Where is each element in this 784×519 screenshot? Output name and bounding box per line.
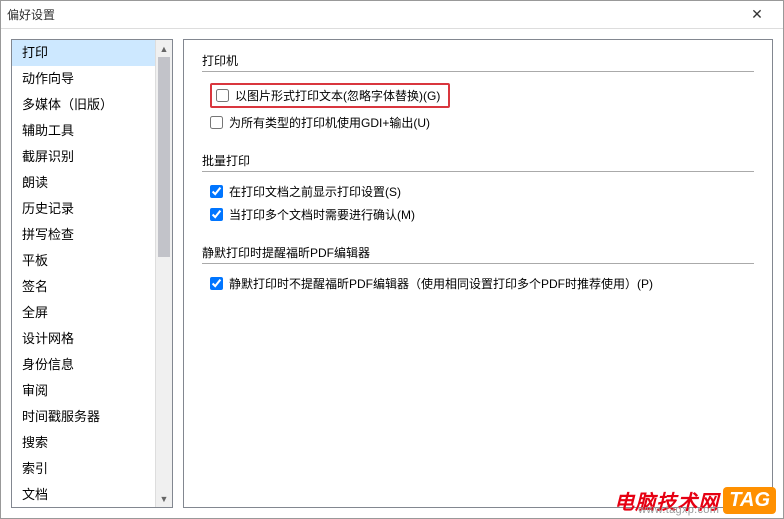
silent-no-remind-checkbox[interactable] [210,277,223,290]
close-button[interactable]: ✕ [737,1,777,28]
sidebar-wrap: 打印 动作向导 多媒体（旧版） 辅助工具 截屏识别 朗读 历史记录 拼写检查 平… [11,39,173,508]
sidebar-scrollbar[interactable]: ▲ ▼ [155,40,172,507]
show-print-settings-checkbox[interactable] [210,185,223,198]
option-row: 为所有类型的打印机使用GDI+输出(U) [202,111,754,134]
close-icon: ✕ [751,6,763,23]
content-panel: 打印机 以图片形式打印文本(忽略字体替换)(G) 为所有类型的打印机使用GDI+… [183,39,773,508]
option-label: 静默打印时不提醒福昕PDF编辑器（使用相同设置打印多个PDF时推荐使用）(P) [229,275,653,292]
sidebar-item-tablet[interactable]: 平板 [12,248,155,274]
scroll-thumb[interactable] [158,57,170,257]
scroll-up-button[interactable]: ▲ [156,40,172,57]
option-label: 以图片形式打印文本(忽略字体替换)(G) [235,87,440,104]
scroll-track[interactable] [156,57,172,490]
sidebar-item-search[interactable]: 搜索 [12,430,155,456]
sidebar-item-action-wizard[interactable]: 动作向导 [12,66,155,92]
option-label: 当打印多个文档时需要进行确认(M) [229,206,415,223]
scroll-down-button[interactable]: ▼ [156,490,172,507]
group-label: 打印机 [202,52,754,69]
sidebar-item-fullscreen[interactable]: 全屏 [12,300,155,326]
sidebar-item-screenshot-ocr[interactable]: 截屏识别 [12,144,155,170]
group-batch-print: 批量打印 在打印文档之前显示打印设置(S) 当打印多个文档时需要进行确认(M) [202,152,754,226]
sidebar-item-spellcheck[interactable]: 拼写检查 [12,222,155,248]
group-divider [202,171,754,172]
print-as-image-checkbox[interactable] [216,89,229,102]
gdi-output-checkbox[interactable] [210,116,223,129]
option-row: 在打印文档之前显示打印设置(S) [202,180,754,203]
option-row: 当打印多个文档时需要进行确认(M) [202,203,754,226]
watermark-tag: TAG [723,487,776,514]
sidebar: 打印 动作向导 多媒体（旧版） 辅助工具 截屏识别 朗读 历史记录 拼写检查 平… [11,39,173,508]
group-label: 静默打印时提醒福昕PDF编辑器 [202,244,754,261]
titlebar: 偏好设置 ✕ [1,1,783,29]
confirm-multi-doc-checkbox[interactable] [210,208,223,221]
window-body: 打印 动作向导 多媒体（旧版） 辅助工具 截屏识别 朗读 历史记录 拼写检查 平… [1,29,783,518]
sidebar-item-review[interactable]: 审阅 [12,378,155,404]
sidebar-item-design-grid[interactable]: 设计网格 [12,326,155,352]
option-row: 静默打印时不提醒福昕PDF编辑器（使用相同设置打印多个PDF时推荐使用）(P) [202,272,754,295]
sidebar-item-identity[interactable]: 身份信息 [12,352,155,378]
option-label: 为所有类型的打印机使用GDI+输出(U) [229,114,430,131]
sidebar-item-accessibility[interactable]: 辅助工具 [12,118,155,144]
sidebar-item-signature[interactable]: 签名 [12,274,155,300]
sidebar-item-document[interactable]: 文档 [12,482,155,507]
highlight-box: 以图片形式打印文本(忽略字体替换)(G) [210,83,450,108]
group-divider [202,71,754,72]
sidebar-item-print[interactable]: 打印 [12,40,155,66]
sidebar-item-index[interactable]: 索引 [12,456,155,482]
option-label: 在打印文档之前显示打印设置(S) [229,183,401,200]
sidebar-item-read-aloud[interactable]: 朗读 [12,170,155,196]
group-printer: 打印机 以图片形式打印文本(忽略字体替换)(G) 为所有类型的打印机使用GDI+… [202,52,754,134]
group-divider [202,263,754,264]
group-label: 批量打印 [202,152,754,169]
window-title: 偏好设置 [7,6,737,23]
group-silent-print: 静默打印时提醒福昕PDF编辑器 静默打印时不提醒福昕PDF编辑器（使用相同设置打… [202,244,754,295]
preferences-window: 偏好设置 ✕ 打印 动作向导 多媒体（旧版） 辅助工具 截屏识别 朗读 历史记录… [0,0,784,519]
sidebar-list: 打印 动作向导 多媒体（旧版） 辅助工具 截屏识别 朗读 历史记录 拼写检查 平… [12,40,155,507]
sidebar-item-history[interactable]: 历史记录 [12,196,155,222]
watermark: 电脑技术网 TAG www.tagxp.com [614,486,776,515]
sidebar-item-timestamp-server[interactable]: 时间戳服务器 [12,404,155,430]
watermark-url: www.tagxp.com [638,504,719,516]
sidebar-item-multimedia[interactable]: 多媒体（旧版） [12,92,155,118]
option-row: 以图片形式打印文本(忽略字体替换)(G) [202,80,754,111]
